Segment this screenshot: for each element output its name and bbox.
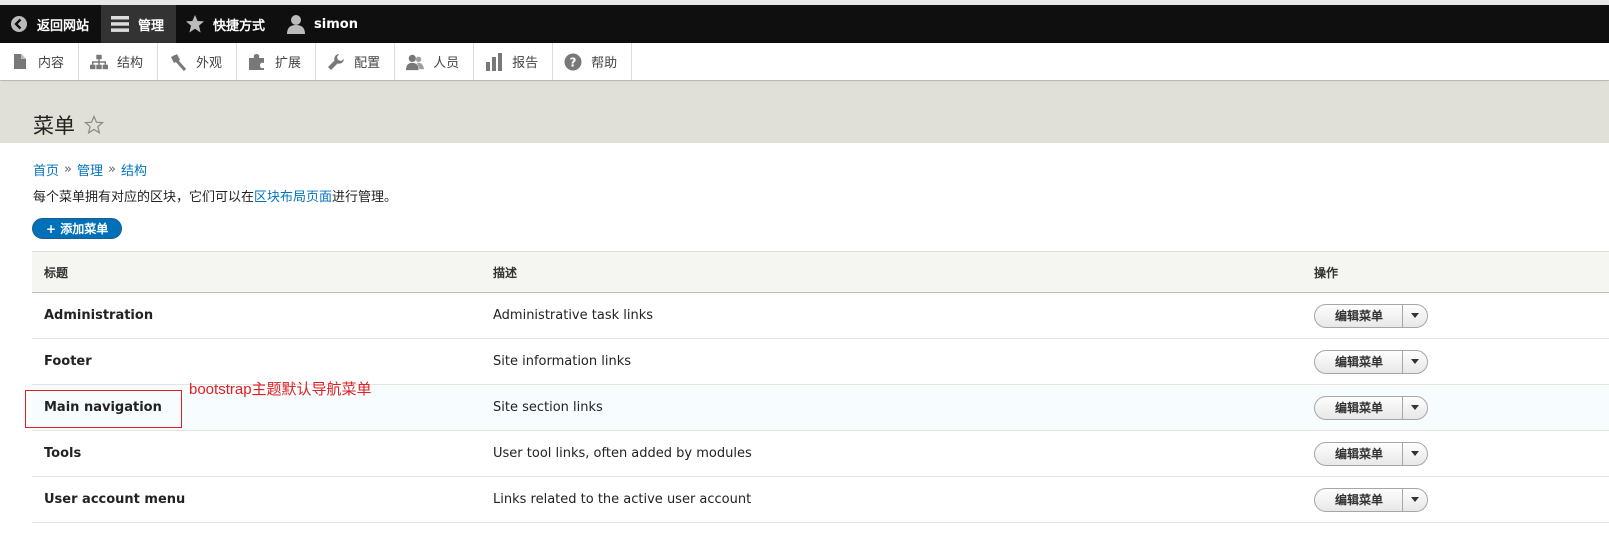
operations-cell: 编辑菜单: [1302, 385, 1609, 431]
menu-description: Site section links: [493, 400, 603, 415]
back-to-site-label: 返回网站: [37, 18, 90, 34]
menu-description: Links related to the active user account: [493, 492, 752, 507]
menu-description: User tool links, often added by modules: [493, 446, 752, 461]
menu-description: Administrative task links: [493, 308, 654, 323]
caret-down-icon: [1411, 405, 1420, 410]
column-header-operations: 操作: [1314, 265, 1339, 280]
page-header-region: [0, 82, 1609, 143]
add-menu-button[interactable]: + 添加菜单: [32, 218, 123, 239]
tray-item-appearance[interactable]: 外观: [158, 43, 238, 80]
page-title: 菜单: [33, 110, 104, 140]
manage-tab[interactable]: 管理: [101, 5, 177, 43]
tray-item-config[interactable]: 配置: [316, 43, 396, 80]
edit-menu-dropbutton: 编辑菜单: [1314, 349, 1429, 374]
edit-menu-dropbutton: 编辑菜单: [1314, 395, 1429, 420]
sitemap-icon: [90, 53, 109, 71]
breadcrumb: 首页 » 管理 » 结构: [33, 160, 147, 179]
help-text-suffix: 进行管理。: [332, 190, 398, 205]
dropbutton-toggle[interactable]: [1403, 443, 1427, 465]
puzzle-icon: [248, 53, 266, 71]
tray-item-structure[interactable]: 结构: [79, 43, 159, 80]
brush-icon: [169, 53, 187, 71]
tray-item-label: 人员: [433, 56, 460, 71]
breadcrumb-separator: »: [64, 162, 72, 177]
operations-cell: 编辑菜单: [1302, 431, 1609, 477]
dropbutton-toggle[interactable]: [1403, 351, 1427, 373]
caret-down-icon: [1411, 497, 1420, 502]
menu-title: Administration: [44, 308, 154, 323]
manage-label: 管理: [138, 18, 165, 34]
breadcrumb-structure-link[interactable]: 结构: [121, 160, 147, 179]
tray-item-content[interactable]: 内容: [0, 43, 80, 80]
menu-title: Tools: [44, 446, 82, 461]
breadcrumb-home-link[interactable]: 首页: [33, 160, 59, 179]
edit-menu-dropbutton: 编辑菜单: [1314, 487, 1429, 512]
breadcrumb-separator: »: [108, 162, 116, 177]
annotation-text: bootstrap主题默认导航菜单: [189, 381, 372, 398]
tray-item-label: 外观: [196, 56, 223, 71]
star-icon: [185, 14, 205, 34]
operations-cell: 编辑菜单: [1302, 477, 1609, 523]
admin-menu-tray: 内容 结构 外观 扩展 配置 人员 报告 ? 帮助: [0, 43, 1609, 81]
help-icon: ?: [564, 53, 582, 71]
breadcrumb-admin-link[interactable]: 管理: [77, 160, 103, 179]
edit-menu-button[interactable]: 编辑菜单: [1315, 304, 1404, 327]
table-row: Tools User tool links, often added by mo…: [32, 431, 1609, 477]
column-header-description: 描述: [493, 265, 518, 280]
help-text-prefix: 每个菜单拥有对应的区块，它们可以在: [33, 190, 255, 205]
shortcuts-tab[interactable]: 快捷方式: [176, 5, 277, 43]
back-to-site-link[interactable]: 返回网站: [0, 5, 101, 43]
edit-menu-button[interactable]: 编辑菜单: [1315, 488, 1404, 511]
table-row: Administration Administrative task links…: [32, 293, 1609, 339]
tray-item-label: 扩展: [275, 56, 302, 71]
tray-item-label: 报告: [512, 56, 539, 71]
edit-menu-dropbutton: 编辑菜单: [1314, 441, 1429, 466]
menu-description: Site information links: [493, 354, 632, 369]
tray-item-label: 内容: [38, 56, 65, 71]
edit-menu-button[interactable]: 编辑菜单: [1315, 442, 1404, 465]
caret-down-icon: [1411, 313, 1420, 318]
operations-cell: 编辑菜单: [1302, 339, 1609, 385]
hamburger-icon: [110, 14, 130, 34]
caret-down-icon: [1411, 359, 1420, 364]
edit-menu-dropbutton: 编辑菜单: [1314, 303, 1429, 328]
add-shortcut-star-icon[interactable]: [84, 115, 104, 135]
caret-down-icon: [1411, 451, 1420, 456]
tray-item-people[interactable]: 人员: [395, 43, 475, 80]
menu-title: User account menu: [44, 492, 186, 507]
annotation-highlight-box: [25, 390, 182, 428]
column-header-title: 标题: [44, 265, 69, 280]
table-header-row: 标题 描述 操作: [32, 251, 1609, 293]
block-layout-link[interactable]: 区块布局页面: [254, 190, 332, 205]
user-tab[interactable]: simon: [277, 5, 370, 43]
people-icon: [406, 53, 425, 71]
user-label: simon: [314, 16, 358, 32]
shortcuts-label: 快捷方式: [213, 18, 266, 34]
tray-item-reports[interactable]: 报告: [474, 43, 554, 80]
svg-text:?: ?: [570, 55, 577, 69]
tray-item-extend[interactable]: 扩展: [237, 43, 317, 80]
dropbutton-toggle[interactable]: [1403, 397, 1427, 419]
tray-item-label: 帮助: [591, 56, 618, 71]
wrench-icon: [327, 53, 345, 71]
admin-toolbar: 返回网站 管理 快捷方式 simon: [0, 5, 1609, 43]
tray-item-help[interactable]: ? 帮助: [553, 43, 633, 80]
edit-menu-button[interactable]: 编辑菜单: [1315, 396, 1404, 419]
dropbutton-toggle[interactable]: [1403, 489, 1427, 511]
dropbutton-toggle[interactable]: [1403, 305, 1427, 327]
tray-item-label: 配置: [354, 56, 381, 71]
edit-menu-button[interactable]: 编辑菜单: [1315, 350, 1404, 373]
bar-chart-icon: [485, 52, 503, 71]
page-title-text: 菜单: [33, 114, 75, 138]
file-icon: [11, 53, 29, 71]
user-icon: [286, 14, 306, 34]
back-arrow-icon: [9, 14, 29, 34]
table-row: User account menu Links related to the a…: [32, 477, 1609, 523]
help-text: 每个菜单拥有对应的区块，它们可以在区块布局页面进行管理。: [33, 186, 397, 205]
tray-item-label: 结构: [117, 56, 144, 71]
operations-cell: 编辑菜单: [1302, 293, 1609, 339]
